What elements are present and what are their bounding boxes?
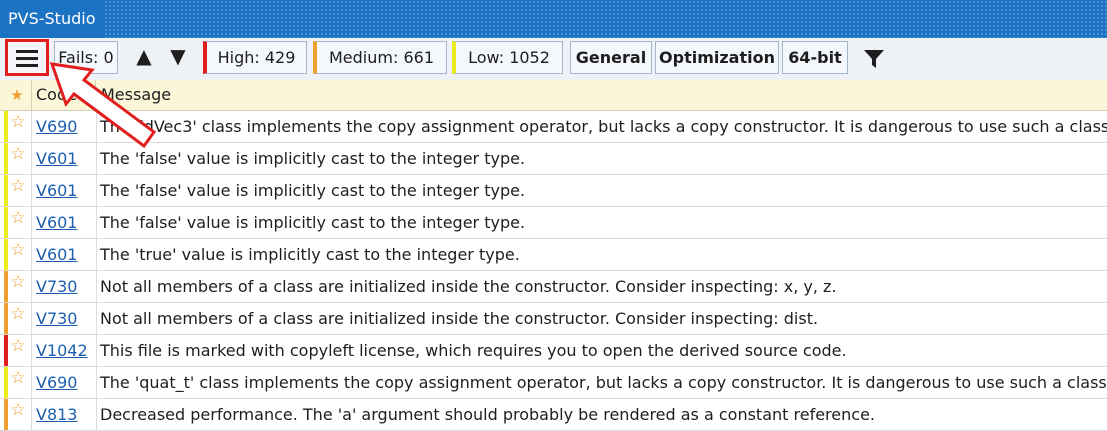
star-icon[interactable]: ☆ (8, 206, 28, 230)
star-icon[interactable]: ☆ (8, 334, 28, 358)
star-icon[interactable]: ☆ (8, 398, 28, 422)
table-row[interactable]: ☆ V730 Not all members of a class are init… (0, 303, 1107, 335)
fails-button[interactable]: Fails: 0 (54, 41, 118, 74)
toolbar: Fails: 0 ▲ ▼ High: 429 Medium: 661 Low: … (0, 38, 1107, 80)
star-icon[interactable]: ☆ (8, 110, 28, 134)
message-text: This file is marked with copyleft licens… (100, 341, 847, 360)
error-code-link[interactable]: V690 (31, 367, 97, 398)
table-row[interactable]: ☆ V601 The 'false' value is implicitly cas… (0, 143, 1107, 175)
error-code-link[interactable]: V690 (31, 111, 97, 142)
table-row[interactable]: ☆ V601 The 'true' value is implicitly cast… (0, 239, 1107, 271)
message-text: Not all members of a class are initializ… (100, 309, 819, 328)
funnel-icon (864, 50, 884, 68)
message-text: The 'false' value is implicitly cast to … (100, 213, 526, 232)
window-title: PVS-Studio (0, 0, 106, 38)
star-icon[interactable]: ☆ (8, 270, 28, 294)
star-icon[interactable]: ☆ (8, 142, 28, 166)
error-code-link[interactable]: V601 (31, 143, 97, 174)
error-code-link[interactable]: V601 (31, 175, 97, 206)
high-severity-filter[interactable]: High: 429 (203, 41, 307, 74)
message-text: The 'false' value is implicitly cast to … (100, 181, 526, 200)
next-message-button[interactable]: ▼ (165, 41, 191, 74)
low-severity-filter[interactable]: Low: 1052 (452, 41, 563, 74)
message-text: The 'false' value is implicitly cast to … (100, 149, 526, 168)
menu-icon-line-3 (16, 64, 38, 67)
64bit-filter-button[interactable]: 64-bit (782, 41, 848, 74)
medium-severity-filter[interactable]: Medium: 661 (313, 41, 447, 74)
general-filter-button[interactable]: General (570, 41, 652, 74)
table-row[interactable]: ☆ V690 The 'quat_t' class implements the c… (0, 367, 1107, 399)
error-code-link[interactable]: V730 (31, 303, 97, 334)
error-code-link[interactable]: V601 (31, 239, 97, 270)
star-icon[interactable]: ☆ (8, 174, 28, 198)
table-row[interactable]: ☆ V1042 This file is marked with copyleft … (0, 335, 1107, 367)
table-header: ★ Code Message (0, 80, 1107, 111)
optimization-filter-button[interactable]: Optimization (655, 41, 779, 74)
message-text: Not all members of a class are initializ… (100, 277, 837, 296)
message-text: The 'idVec3' class implements the copy a… (100, 117, 1107, 136)
title-bar: PVS-Studio (0, 0, 1107, 38)
message-column-header[interactable]: Message (95, 80, 171, 110)
table-row[interactable]: ☆ V813 Decreased performance. The 'a' argu… (0, 399, 1107, 431)
error-code-link[interactable]: V1042 (31, 335, 97, 366)
hamburger-menu-button[interactable] (5, 39, 49, 76)
menu-icon-line-1 (16, 50, 38, 53)
star-icon[interactable]: ☆ (8, 238, 28, 262)
table-row[interactable]: ☆ V730 Not all members of a class are init… (0, 271, 1107, 303)
message-text: Decreased performance. The 'a' argument … (100, 405, 875, 424)
error-code-link[interactable]: V601 (31, 207, 97, 238)
table-row[interactable]: ☆ V690 The 'idVec3' class implements the c… (0, 111, 1107, 143)
message-text: The 'quat_t' class implements the copy a… (100, 373, 1107, 392)
table-row[interactable]: ☆ V601 The 'false' value is implicitly cas… (0, 207, 1107, 239)
error-code-link[interactable]: V813 (31, 399, 97, 430)
previous-message-button[interactable]: ▲ (131, 41, 157, 74)
menu-icon-line-2 (16, 57, 38, 60)
star-icon[interactable]: ☆ (8, 366, 28, 390)
table-row[interactable]: ☆ V601 The 'false' value is implicitly cas… (0, 175, 1107, 207)
error-code-link[interactable]: V730 (31, 271, 97, 302)
favorite-column-header[interactable]: ★ (4, 80, 30, 110)
filter-icon[interactable] (860, 41, 888, 74)
star-icon[interactable]: ☆ (8, 302, 28, 326)
code-column-header[interactable]: Code (31, 80, 96, 110)
message-text: The 'true' value is implicitly cast to t… (100, 245, 520, 264)
